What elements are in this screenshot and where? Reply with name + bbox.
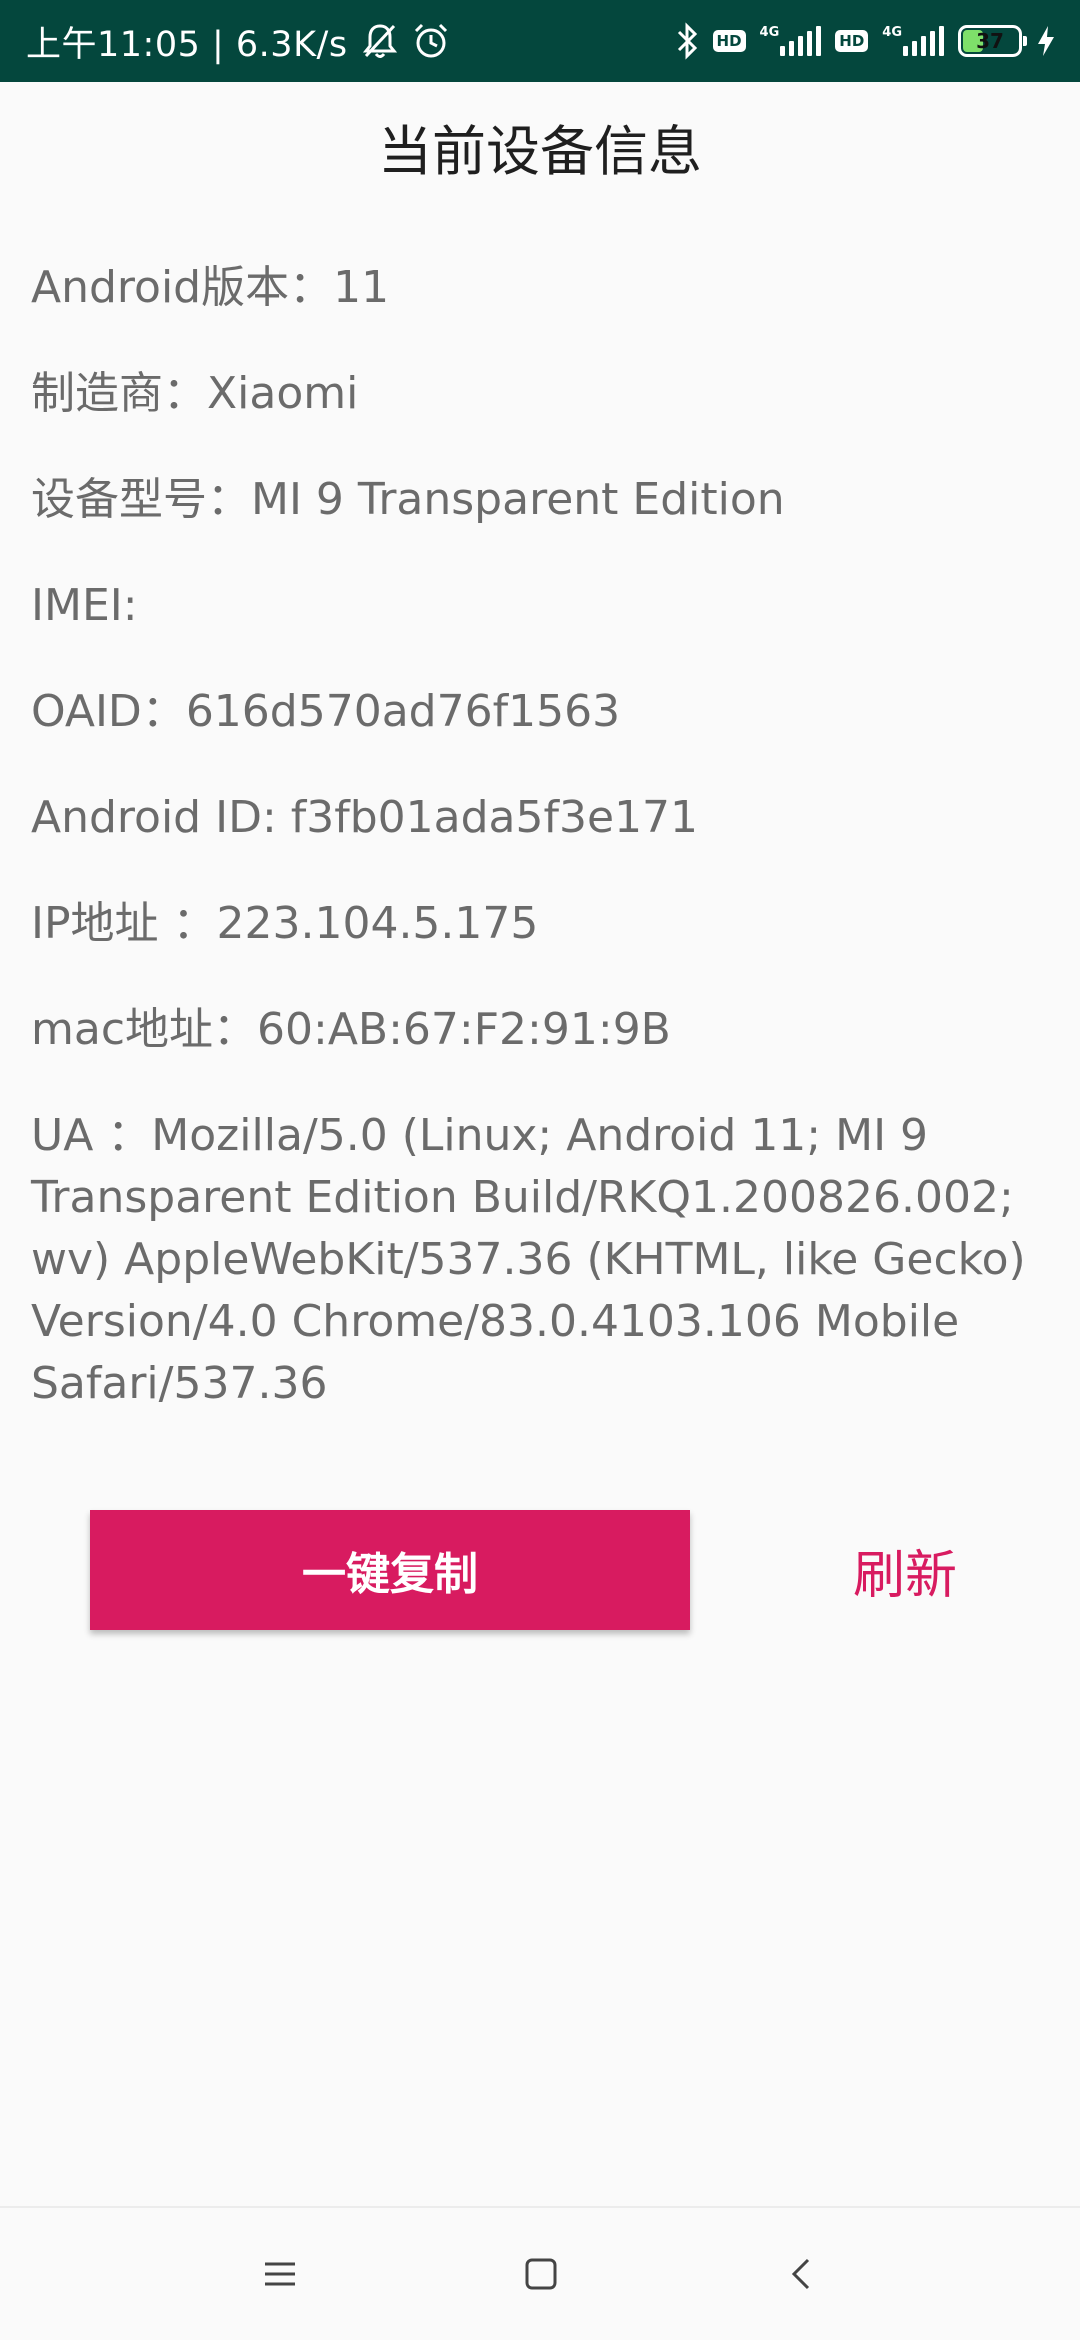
hd-icon: HD [835, 30, 869, 52]
signal-bars [903, 26, 944, 56]
status-time-speed: 上午11:05 | 6.3K/s [26, 24, 348, 65]
signal-bars [780, 26, 822, 56]
imei-text: IMEI: [31, 580, 138, 631]
mac-address-text: mac地址：60:AB:67:F2:91:9B [31, 1004, 671, 1055]
charging-icon [1036, 24, 1056, 58]
signal-icon: 4G [882, 26, 944, 56]
back-icon[interactable] [742, 2208, 862, 2340]
alarm-icon [412, 22, 450, 60]
device-model-text: 设备型号：MI 9 Transparent Edition [31, 474, 785, 525]
hd-icon: HD [712, 30, 746, 52]
battery-icon: 37 [958, 25, 1027, 57]
network-type-label: 4G [882, 25, 902, 40]
bluetooth-icon [675, 22, 699, 60]
user-agent-text: UA ：Mozilla/5.0 (Linux; Android 11; MI 9… [31, 1110, 1026, 1409]
android-id-text: Android ID: f3fb01ada5f3e171 [31, 792, 699, 843]
network-type-label: 4G [759, 25, 780, 40]
home-icon[interactable] [481, 2208, 601, 2340]
refresh-button[interactable]: 刷新 [820, 1510, 990, 1630]
ip-address-text: IP地址 ：223.104.5.175 [31, 898, 539, 949]
copy-all-button[interactable]: 一键复制 [90, 1510, 690, 1630]
menu-icon[interactable] [220, 2208, 340, 2340]
navigation-bar [0, 2208, 1080, 2340]
status-bar: 上午11:05 | 6.3K/s HD 4G HD 4G 37 [0, 0, 1080, 82]
android-version-text: Android版本：11 [31, 262, 390, 313]
page-title: 当前设备信息 [378, 120, 702, 183]
battery-level: 37 [976, 29, 1004, 53]
oaid-text: OAID：616d570ad76f1563 [31, 686, 621, 737]
signal-icon: 4G [760, 26, 822, 56]
manufacturer-text: 制造商：Xiaomi [31, 368, 359, 419]
bell-off-icon [362, 22, 398, 60]
status-right: HD 4G HD 4G 37 [675, 22, 1056, 60]
status-left: 上午11:05 | 6.3K/s [26, 16, 450, 67]
